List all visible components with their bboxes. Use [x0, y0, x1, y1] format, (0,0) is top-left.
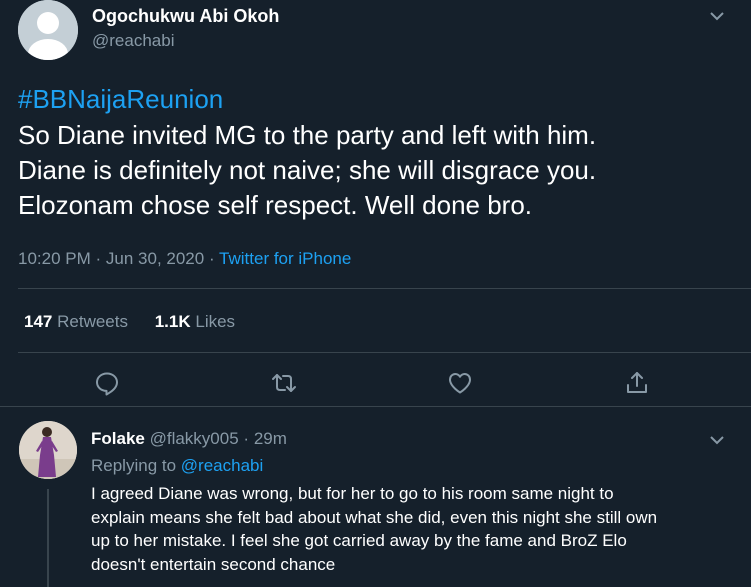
hashtag-link[interactable]: #BBNaijaReunion	[18, 84, 223, 115]
main-tweet: Ogochukwu Abi Okoh @reachabi #BBNaijaReu…	[0, 0, 751, 407]
tweet-text: So Diane invited MG to the party and lef…	[18, 118, 738, 223]
retweets-count: 147	[24, 312, 53, 331]
reply-text-line: up to her mistake. I feel she got carrie…	[91, 531, 627, 550]
default-avatar[interactable]	[18, 0, 78, 60]
replying-label: Replying to	[91, 456, 177, 475]
likes-stat[interactable]: 1.1K Likes	[155, 312, 235, 331]
tweet-date[interactable]: Jun 30, 2020	[106, 249, 204, 268]
meta-separator: ·	[208, 249, 215, 268]
chevron-down-icon[interactable]	[707, 430, 727, 450]
default-avatar-icon	[18, 0, 78, 60]
tweet-time[interactable]: 10:20 PM	[18, 249, 91, 268]
reply-header: Folake @flakky005 · 29m	[91, 429, 287, 449]
retweet-icon[interactable]	[271, 370, 297, 396]
profile-photo-icon	[19, 421, 77, 479]
heart-icon[interactable]	[447, 370, 473, 396]
share-icon[interactable]	[624, 370, 650, 396]
tweet-metadata: 10:20 PM · Jun 30, 2020 · Twitter for iP…	[18, 249, 351, 269]
likes-label: Likes	[195, 312, 236, 331]
reply-author-handle[interactable]: @flakky005	[150, 429, 239, 448]
replying-to: Replying to @reachabi	[91, 456, 263, 476]
reply-text-line: I agreed Diane was wrong, but for her to…	[91, 484, 614, 503]
retweets-stat[interactable]: 147 Retweets	[24, 312, 128, 331]
tweet-text-line: Diane is definitely not naive; she will …	[18, 155, 597, 185]
author-handle[interactable]: @reachabi	[92, 31, 174, 51]
likes-count: 1.1K	[154, 312, 191, 331]
reply-text: I agreed Diane was wrong, but for her to…	[91, 482, 731, 576]
tweet-text-line: So Diane invited MG to the party and lef…	[18, 120, 597, 150]
divider	[18, 288, 751, 289]
reply-text-line: doesn't entertain second chance	[91, 554, 336, 574]
reply-author-name[interactable]: Folake	[91, 429, 145, 448]
tweet-source-link[interactable]: Twitter for iPhone	[219, 249, 351, 268]
meta-separator: ·	[95, 249, 102, 268]
reply-timestamp[interactable]: 29m	[254, 429, 287, 448]
replying-to-mention[interactable]: @reachabi	[181, 456, 263, 475]
chevron-down-icon[interactable]	[707, 6, 727, 26]
tweet-stats: 147 Retweets 1.1K Likes	[24, 312, 235, 332]
thread-line	[47, 489, 49, 587]
retweets-label: Retweets	[57, 312, 128, 331]
avatar[interactable]	[19, 421, 77, 479]
reply-icon[interactable]	[94, 370, 120, 396]
tweet-detail-page: Ogochukwu Abi Okoh @reachabi #BBNaijaReu…	[0, 0, 751, 587]
reply-separator: ·	[243, 429, 250, 448]
tweet-text-line: Elozonam chose self respect. Well done b…	[18, 190, 533, 220]
author-name[interactable]: Ogochukwu Abi Okoh	[92, 6, 279, 27]
reply-text-line: explain means she felt bad about what sh…	[91, 507, 658, 527]
divider	[18, 352, 751, 353]
